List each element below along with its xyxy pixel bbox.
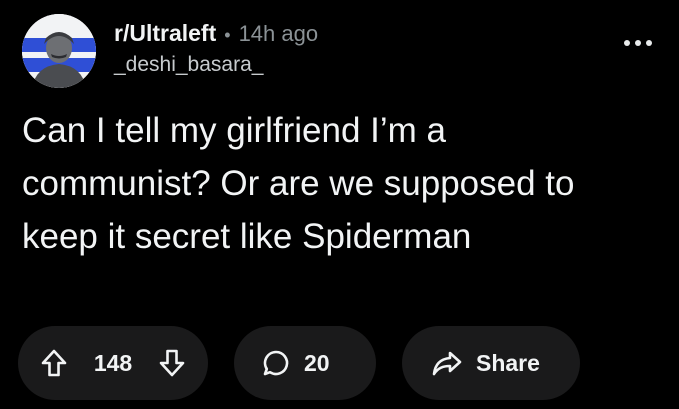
comments-button[interactable]: 20 — [234, 326, 376, 400]
subreddit-avatar[interactable] — [22, 14, 96, 88]
comment-icon — [262, 349, 290, 377]
post-time: 14h ago — [238, 21, 319, 46]
post-title[interactable]: Can I tell my girlfriend I’m a communist… — [22, 104, 642, 263]
post-header: r/Ultraleft • 14h ago _deshi_basara_ — [22, 14, 662, 94]
share-button[interactable]: Share — [402, 326, 580, 400]
comment-count: 20 — [304, 349, 330, 376]
vote-control: 148 — [18, 326, 208, 400]
downvote-icon[interactable] — [158, 348, 186, 378]
subreddit-link[interactable]: r/Ultraleft — [114, 20, 216, 47]
share-icon — [432, 349, 462, 377]
avatar-portrait-icon — [22, 14, 96, 88]
vote-score: 148 — [93, 349, 133, 376]
more-dot-icon — [635, 40, 641, 46]
more-options-button[interactable] — [624, 40, 654, 52]
meta-separator: • — [224, 25, 231, 45]
share-label: Share — [476, 349, 540, 376]
post-meta: r/Ultraleft • 14h ago _deshi_basara_ — [114, 20, 318, 77]
upvote-icon[interactable] — [40, 348, 68, 378]
more-dot-icon — [646, 40, 652, 46]
author-link[interactable]: _deshi_basara_ — [114, 53, 318, 77]
post-actions: 148 20 Share — [18, 326, 580, 400]
more-dot-icon — [624, 40, 630, 46]
